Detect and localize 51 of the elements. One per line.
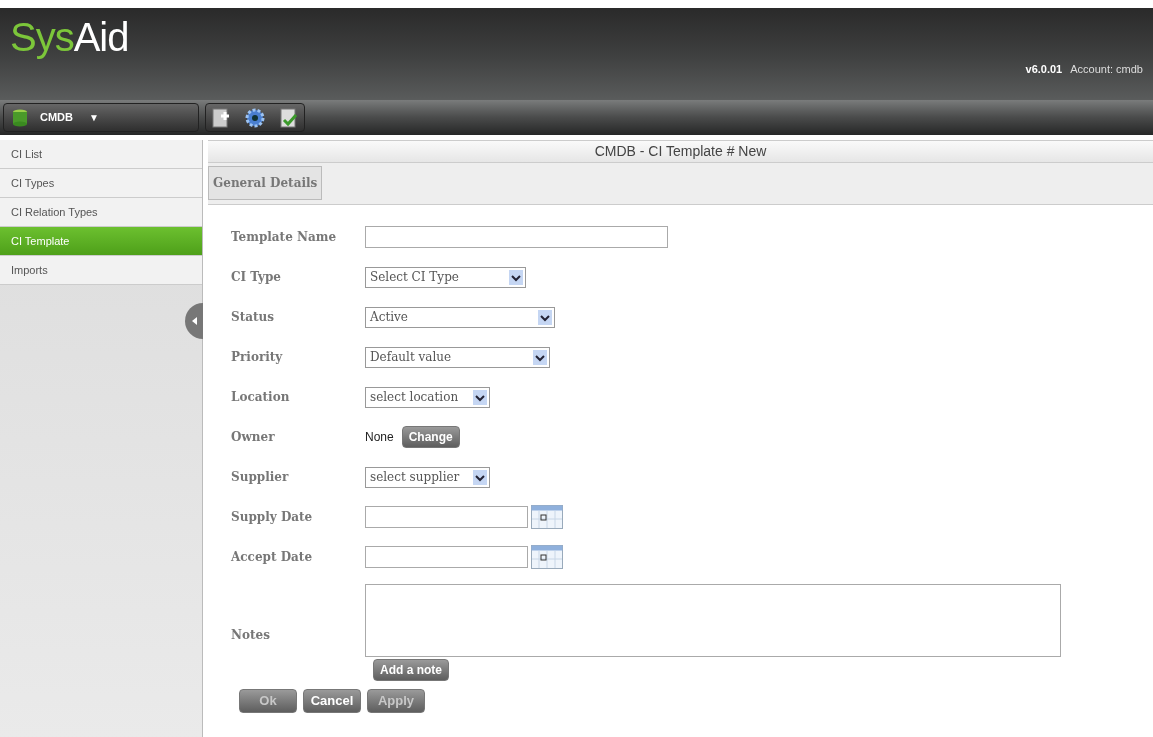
add-note-button[interactable]: Add a note bbox=[373, 659, 449, 681]
field-label: Supply Date bbox=[231, 509, 314, 526]
chevron-down-icon bbox=[473, 469, 487, 485]
module-label: CMDB bbox=[40, 110, 73, 126]
field-label: Owner bbox=[231, 429, 276, 446]
text-input[interactable] bbox=[365, 226, 668, 248]
date-input[interactable] bbox=[365, 506, 528, 528]
sidebar-item[interactable]: Imports bbox=[0, 256, 202, 285]
database-icon bbox=[12, 108, 28, 127]
change-button[interactable]: Change bbox=[401, 426, 460, 448]
tab[interactable]: General Details bbox=[208, 166, 323, 200]
field-label: Priority bbox=[231, 349, 284, 366]
field-label: Notes bbox=[231, 627, 271, 644]
owner-value: None bbox=[365, 429, 394, 446]
dropdown[interactable]: Active bbox=[365, 306, 555, 328]
chevron-down-icon bbox=[473, 389, 487, 405]
logo-text: SysAid bbox=[10, 17, 129, 57]
collapse-handle-icon[interactable] bbox=[185, 303, 203, 339]
field-label: Accept Date bbox=[231, 549, 314, 566]
dropdown[interactable]: select supplier bbox=[365, 466, 490, 488]
form-button[interactable]: Cancel bbox=[303, 689, 361, 713]
field-label: Location bbox=[231, 389, 291, 406]
chevron-down-icon bbox=[533, 349, 547, 365]
module-menu[interactable]: CMDB ▼ bbox=[3, 103, 199, 132]
dropdown[interactable]: select location bbox=[365, 386, 490, 408]
sidebar-item[interactable]: CI Types bbox=[0, 169, 202, 198]
dropdown-value: Select CI Type bbox=[370, 269, 459, 286]
caret-icon: ▼ bbox=[89, 110, 99, 125]
page-title: CMDB - CI Template # New bbox=[208, 140, 1153, 163]
field-label: CI Type bbox=[231, 269, 282, 286]
dropdown-value: select location bbox=[370, 389, 459, 406]
notes-textarea[interactable] bbox=[365, 584, 1061, 657]
account-text: Account: cmdb bbox=[1070, 62, 1143, 77]
settings-icon[interactable] bbox=[244, 106, 266, 129]
date-input[interactable] bbox=[365, 546, 528, 568]
calendar-icon[interactable] bbox=[531, 505, 563, 529]
version-text: v6.0.01 bbox=[1025, 62, 1063, 77]
chevron-down-icon bbox=[509, 269, 523, 285]
checked-document-icon[interactable] bbox=[278, 106, 300, 129]
dropdown-value: Default value bbox=[370, 349, 452, 366]
calendar-icon[interactable] bbox=[531, 545, 563, 569]
dropdown[interactable]: Default value bbox=[365, 346, 550, 368]
field-label: Template Name bbox=[231, 229, 338, 246]
chevron-down-icon bbox=[538, 309, 552, 325]
dropdown-value: Active bbox=[370, 309, 408, 326]
field-label: Supplier bbox=[231, 469, 290, 486]
dropdown[interactable]: Select CI Type bbox=[365, 266, 526, 288]
new-document-icon[interactable] bbox=[210, 106, 232, 129]
dropdown-value: select supplier bbox=[370, 469, 460, 486]
sidebar-item[interactable]: CI List bbox=[0, 140, 202, 169]
field-label: Status bbox=[231, 309, 275, 326]
